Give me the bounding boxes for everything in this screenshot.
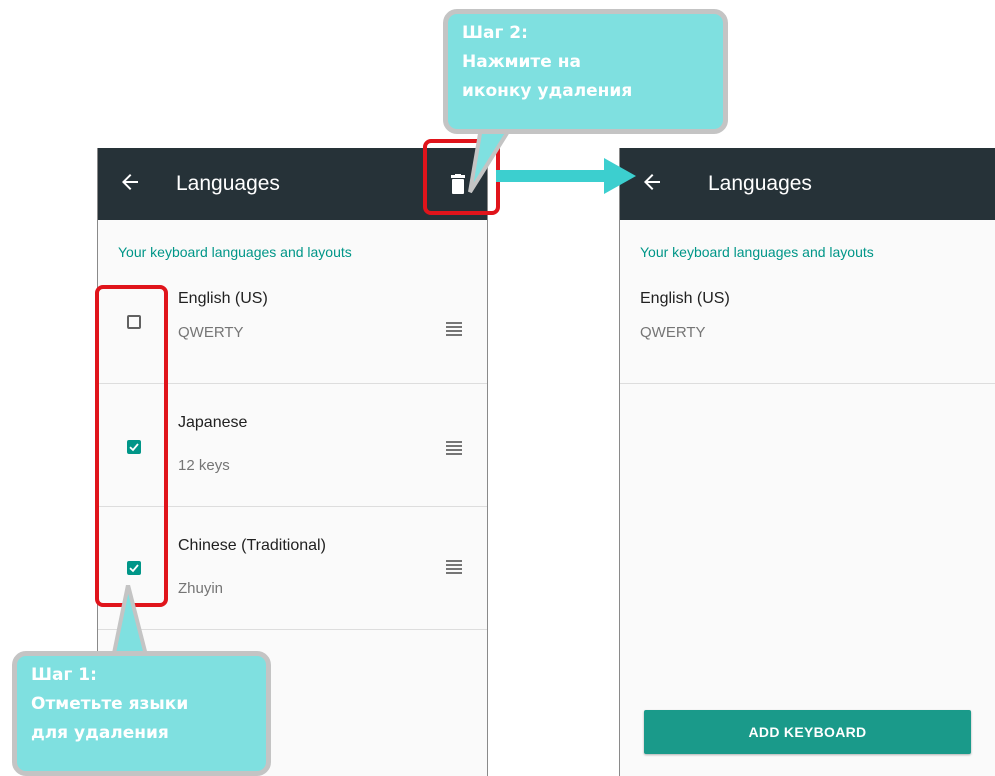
- callout-line: для удаления: [31, 723, 169, 743]
- section-header: Your keyboard languages and layouts: [118, 244, 352, 260]
- step2-callout: Шаг 2: Нажмите на иконку удаления: [443, 9, 728, 134]
- language-layout: QWERTY: [178, 324, 244, 341]
- add-keyboard-button[interactable]: ADD KEYBOARD: [644, 710, 971, 754]
- callout-line: Шаг 2:: [462, 23, 528, 43]
- drag-handle-icon[interactable]: [446, 441, 462, 457]
- callout-line: Отметьте языки: [31, 694, 189, 714]
- checkbox-highlight: [95, 285, 168, 607]
- app-bar: Languages: [620, 148, 995, 220]
- language-item-english[interactable]: English (US) QWERTY: [620, 280, 995, 384]
- page-title: Languages: [176, 172, 280, 195]
- language-name: English (US): [178, 290, 268, 307]
- callout-line: иконку удаления: [462, 81, 633, 101]
- drag-handle-icon[interactable]: [446, 560, 462, 576]
- language-name: Chinese (Traditional): [178, 537, 326, 554]
- language-layout: Zhuyin: [178, 580, 224, 597]
- back-arrow-icon[interactable]: [640, 170, 664, 194]
- callout-line: Шаг 1:: [31, 665, 97, 685]
- language-layout: QWERTY: [640, 324, 706, 341]
- back-arrow-icon[interactable]: [118, 170, 142, 194]
- step1-callout: Шаг 1: Отметьте языки для удаления: [12, 651, 271, 776]
- section-header: Your keyboard languages and layouts: [640, 244, 874, 260]
- languages-screen-after: Languages Your keyboard languages and la…: [619, 148, 995, 776]
- language-name: English (US): [640, 290, 730, 307]
- language-name: Japanese: [178, 414, 248, 431]
- language-layout: 12 keys: [178, 457, 230, 474]
- drag-handle-icon[interactable]: [446, 322, 462, 338]
- page-title: Languages: [708, 172, 812, 195]
- callout-line: Нажмите на: [462, 52, 581, 72]
